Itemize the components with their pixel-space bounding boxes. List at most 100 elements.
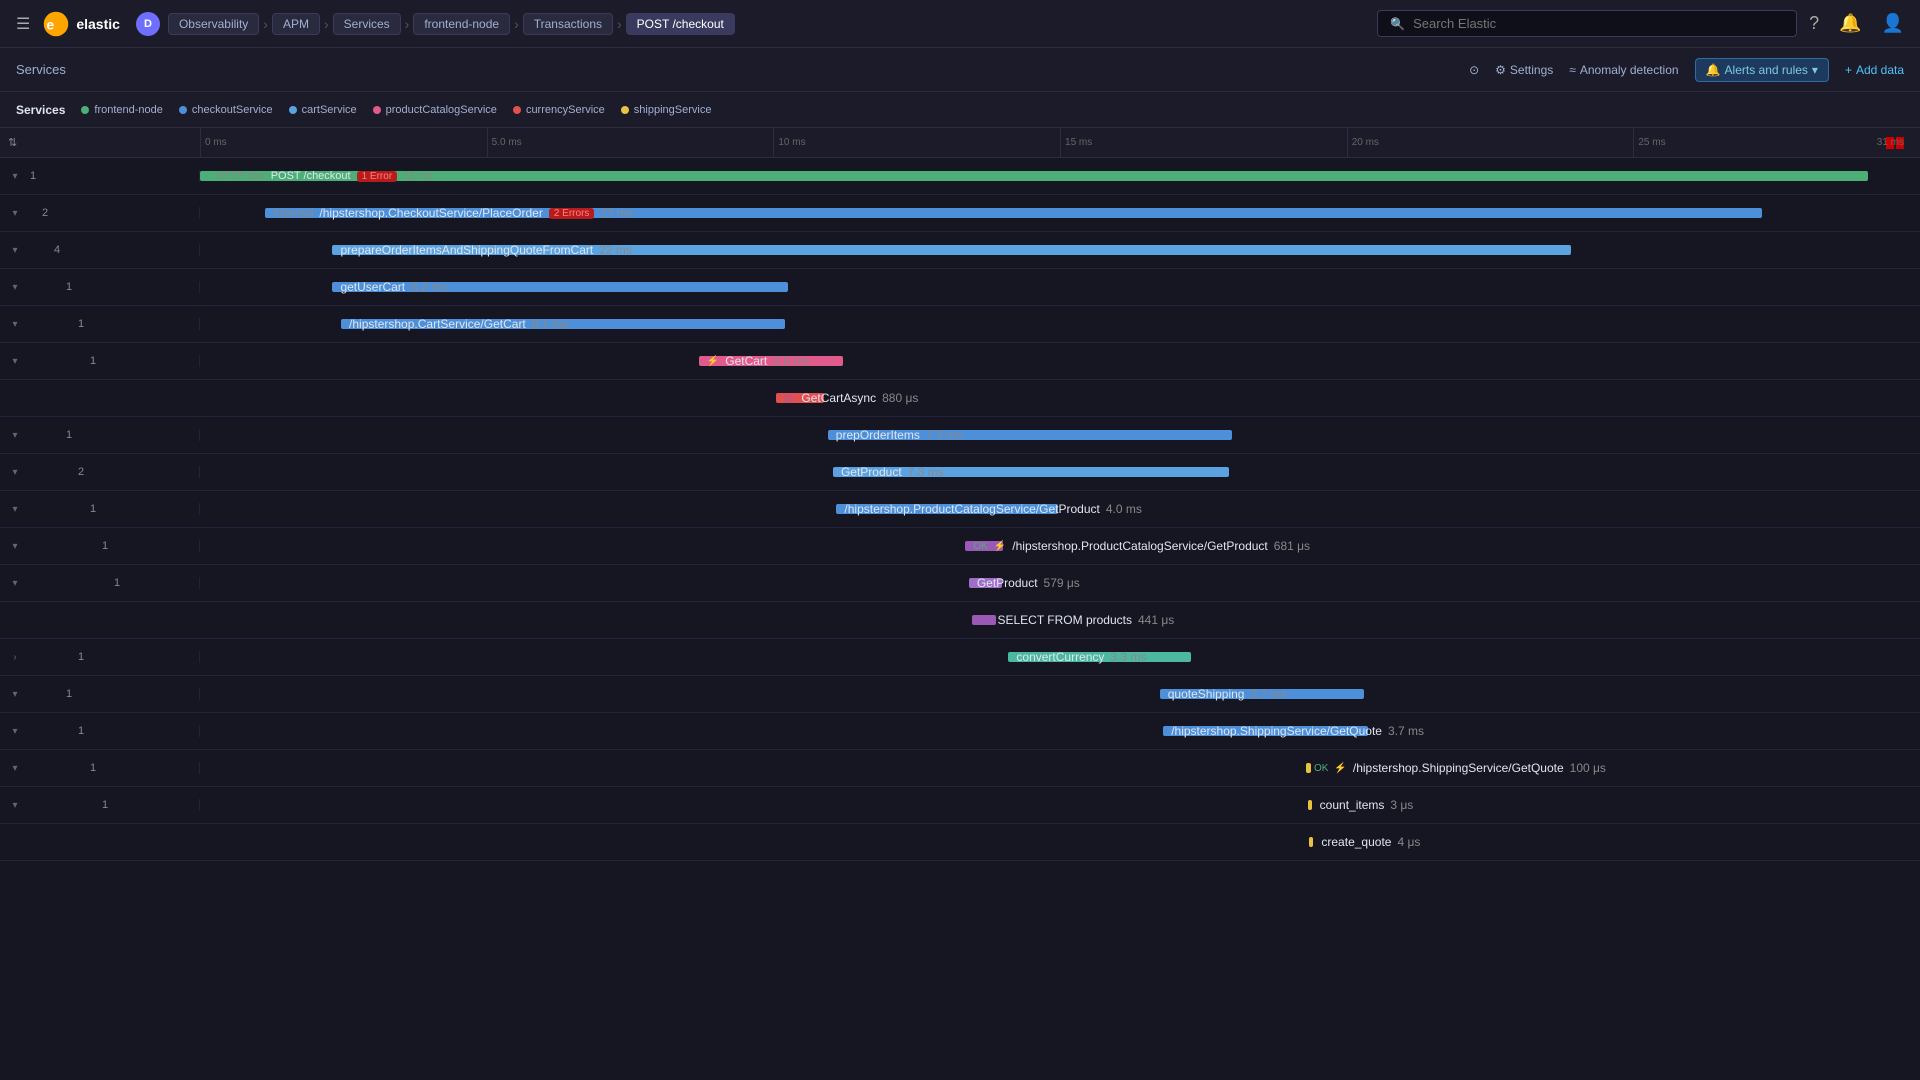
nav-services[interactable]: Services <box>16 62 66 77</box>
collapse-btn-1[interactable]: ▾ <box>8 171 22 182</box>
trace-row-3[interactable]: ▾ 4 prepareOrderItemsAndShippingQuoteFro… <box>0 232 1920 269</box>
breadcrumb-frontend-node[interactable]: frontend-node <box>413 13 510 35</box>
collapse-btn-4[interactable]: ▾ <box>8 282 22 293</box>
row-left-14: › 1 <box>0 651 200 663</box>
service-currency[interactable]: currencyService <box>513 104 605 116</box>
span-name-19: create_quote <box>1321 835 1391 849</box>
collapse-btn-2[interactable]: ▾ <box>8 208 22 219</box>
row-content-1: HTTP 5xx POST /checkout 1 Error 31 ms <box>200 158 1920 194</box>
search-bar[interactable]: 🔍 <box>1377 10 1797 37</box>
row-timeline-10: /hipstershop.ProductCatalogService/GetPr… <box>200 491 1920 527</box>
search-input[interactable] <box>1413 16 1776 31</box>
db-icon-7: ⊙ <box>784 392 793 405</box>
breadcrumb-observability[interactable]: Observability <box>168 13 259 35</box>
service-dot-shipping <box>621 106 629 114</box>
trace-row-18[interactable]: ▾ 1 count_items 3 μs <box>0 787 1920 824</box>
service-icon-6: ⚡ <box>707 356 719 367</box>
svg-text:e: e <box>47 16 55 32</box>
service-cart[interactable]: cartService <box>289 104 357 116</box>
breadcrumb-apm[interactable]: APM <box>272 13 320 35</box>
trace-row-14[interactable]: › 1 convertCurrency 3.3 ms <box>0 639 1920 676</box>
service-dot-frontend <box>81 106 89 114</box>
row-count-16: 1 <box>78 725 94 737</box>
timeline-ticks: 0 ms 5.0 ms 10 ms 15 ms 20 ms 25 ms 31 m… <box>200 128 1920 158</box>
collapse-btn-18[interactable]: ▾ <box>8 800 22 811</box>
trace-row-15[interactable]: ▾ 1 quoteShipping 3.7 ms <box>0 676 1920 713</box>
trace-row-16[interactable]: ▾ 1 /hipstershop.ShippingService/GetQuot… <box>0 713 1920 750</box>
span-name-13: SELECT FROM products <box>997 613 1131 627</box>
span-info-7: ⊙ GetCartAsync 880 μs <box>784 391 918 405</box>
collapse-btn-5[interactable]: ▾ <box>8 319 22 330</box>
span-info-15: quoteShipping 3.7 ms <box>1168 687 1287 701</box>
chevron-down-icon: ▾ <box>1812 63 1818 77</box>
hamburger-button[interactable]: ☰ <box>12 10 34 38</box>
sort-icon[interactable]: ⇅ <box>8 136 17 149</box>
row-count-15: 1 <box>66 688 82 700</box>
service-productcatalog[interactable]: productCatalogService <box>373 104 497 116</box>
collapse-btn-12[interactable]: ▾ <box>8 578 22 589</box>
span-info-3: prepareOrderItemsAndShippingQuoteFromCar… <box>340 243 631 257</box>
trace-row-1[interactable]: ▾ 1 HTTP 5xx POST /checkout 1 Error 31 m… <box>0 158 1920 195</box>
service-shipping[interactable]: shippingService <box>621 104 712 116</box>
span-duration-4: 8.2 ms <box>411 280 447 294</box>
collapse-btn-16[interactable]: ▾ <box>8 726 22 737</box>
collapse-btn-11[interactable]: ▾ <box>8 541 22 552</box>
span-info-10: /hipstershop.ProductCatalogService/GetPr… <box>844 502 1141 516</box>
row-count-12: 1 <box>114 577 130 589</box>
span-bar-19[interactable] <box>1309 837 1313 847</box>
add-data-button[interactable]: + Add data <box>1845 63 1904 77</box>
tick-10ms: 10 ms <box>773 128 1060 158</box>
trace-row-12[interactable]: ▾ 1 GetProduct 579 μs <box>0 565 1920 602</box>
trace-row-6[interactable]: ▾ 1 ⚡ GetCart 2.6 ms <box>0 343 1920 380</box>
trace-row-2[interactable]: ▾ 2 Internal /hipstershop.CheckoutServic… <box>0 195 1920 232</box>
trace-row-13[interactable]: ⊙ SELECT FROM products 441 μs <box>0 602 1920 639</box>
row-left-17: ▾ 1 <box>0 762 200 774</box>
collapse-btn-17[interactable]: ▾ <box>8 763 22 774</box>
anomaly-button[interactable]: ≈ Anomaly detection <box>1569 63 1678 77</box>
span-name-9: GetProduct <box>841 465 902 479</box>
trace-row-19[interactable]: create_quote 4 μs <box>0 824 1920 861</box>
collapse-btn-9[interactable]: ▾ <box>8 467 22 478</box>
trace-row-5[interactable]: ▾ 1 /hipstershop.CartService/GetCart 8.1… <box>0 306 1920 343</box>
row-timeline-13: ⊙ SELECT FROM products 441 μs <box>200 602 1920 638</box>
row-left-5: ▾ 1 <box>0 318 200 330</box>
collapse-btn-15[interactable]: ▾ <box>8 689 22 700</box>
span-duration-3: 22 ms <box>599 243 632 257</box>
span-bar-18[interactable] <box>1308 800 1312 810</box>
collapse-btn-8[interactable]: ▾ <box>8 430 22 441</box>
breadcrumb-transactions[interactable]: Transactions <box>523 13 613 35</box>
trace-row-7[interactable]: ⊙ GetCartAsync 880 μs <box>0 380 1920 417</box>
collapse-btn-10[interactable]: ▾ <box>8 504 22 515</box>
row-count-9: 2 <box>78 466 94 478</box>
trace-row-9[interactable]: ▾ 2 GetProduct 7.3 ms <box>0 454 1920 491</box>
row-content-18: count_items 3 μs <box>200 787 1920 823</box>
services-label: Services <box>16 103 65 117</box>
alerts-button[interactable]: 🔔 Alerts and rules ▾ <box>1695 58 1829 82</box>
span-duration-17: 100 μs <box>1570 761 1606 775</box>
settings-button[interactable]: ⚙ Settings <box>1495 63 1553 77</box>
trace-row-4[interactable]: ▾ 1 getUserCart 8.2 ms <box>0 269 1920 306</box>
service-checkout[interactable]: checkoutService <box>179 104 273 116</box>
collapse-btn-6[interactable]: ▾ <box>8 356 22 367</box>
anomaly-icon: ≈ <box>1569 63 1576 77</box>
row-content-14: convertCurrency 3.3 ms <box>200 639 1920 675</box>
help-button[interactable]: ? <box>1805 9 1823 38</box>
collapse-btn-3[interactable]: ▾ <box>8 245 22 256</box>
breadcrumb-current[interactable]: POST /checkout <box>626 13 735 35</box>
service-frontend-node[interactable]: frontend-node <box>81 104 163 116</box>
collapse-btn-14[interactable]: › <box>8 652 22 663</box>
trace-row-8[interactable]: ▾ 1 prepOrderItems 7.3 ms <box>0 417 1920 454</box>
trace-row-10[interactable]: ▾ 1 /hipstershop.ProductCatalogService/G… <box>0 491 1920 528</box>
trace-row-17[interactable]: ▾ 1 OK ⚡ /hipstershop.ShippingService/Ge… <box>0 750 1920 787</box>
span-bar-17[interactable] <box>1306 763 1312 773</box>
row-left-16: ▾ 1 <box>0 725 200 737</box>
workspace-badge[interactable]: D <box>136 12 160 36</box>
span-info-19: create_quote 4 μs <box>1321 835 1420 849</box>
span-bar-1[interactable] <box>200 171 1868 181</box>
inspect-button[interactable]: ⊙ <box>1469 63 1479 77</box>
user-menu-button[interactable]: 👤 <box>1878 9 1908 38</box>
notifications-button[interactable]: 🔔 <box>1835 9 1865 38</box>
breadcrumb-services[interactable]: Services <box>333 13 401 35</box>
span-errors-2: 2 Errors <box>549 208 595 219</box>
trace-row-11[interactable]: ▾ 1 OK ⚡ /hipstershop.ProductCatalogServ… <box>0 528 1920 565</box>
